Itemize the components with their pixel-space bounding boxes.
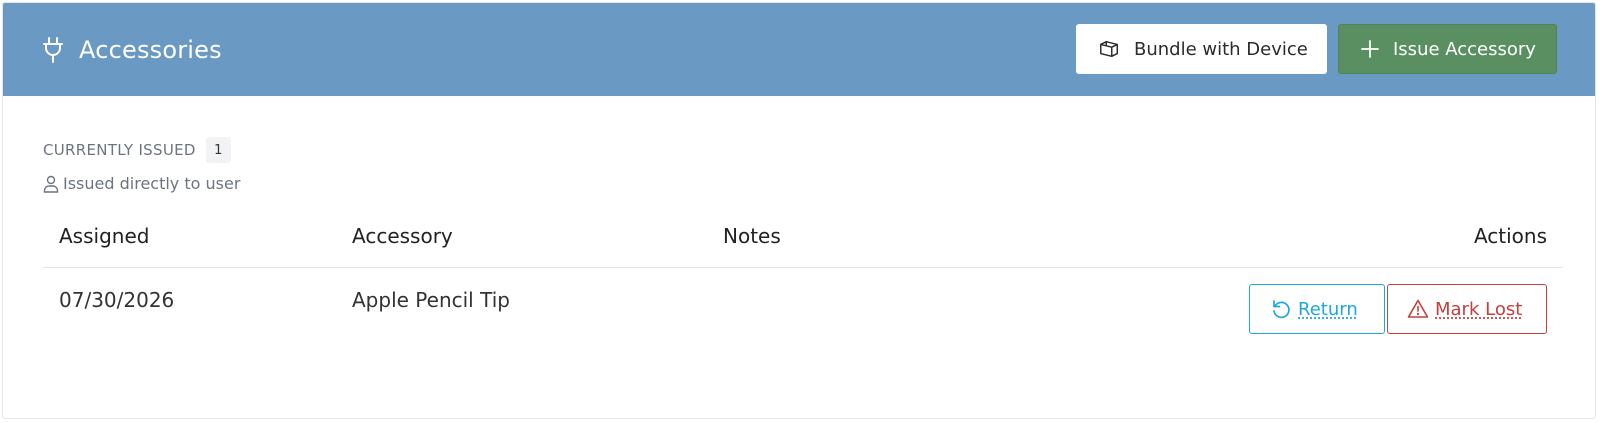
box-icon — [1098, 38, 1120, 60]
return-button-label: Return — [1298, 298, 1358, 320]
cell-accessory: Apple Pencil Tip — [352, 288, 510, 312]
header-title: Accessories — [41, 36, 222, 64]
cell-actions: Return Mark Lost — [1139, 268, 1563, 379]
card-body: CURRENTLY ISSUED 1 Issued directly to us… — [3, 96, 1595, 378]
undo-icon — [1270, 298, 1292, 320]
column-header-assigned: Assigned — [43, 215, 336, 268]
user-icon — [43, 175, 59, 193]
plug-icon — [41, 36, 65, 64]
bundle-with-device-button[interactable]: Bundle with Device — [1076, 24, 1327, 74]
header-actions: Bundle with Device Issue Accessory — [1076, 24, 1557, 74]
return-button[interactable]: Return — [1249, 284, 1385, 334]
issued-directly-label: Issued directly to user — [63, 174, 241, 193]
bundle-button-label: Bundle with Device — [1134, 38, 1308, 60]
mark-lost-button[interactable]: Mark Lost — [1387, 284, 1547, 334]
currently-issued-row: CURRENTLY ISSUED 1 — [43, 136, 1557, 164]
table-header-row: Assigned Accessory Notes Actions — [43, 215, 1563, 268]
issue-button-label: Issue Accessory — [1393, 38, 1536, 60]
table-row: 07/30/2026 Apple Pencil Tip Return Mark … — [43, 268, 1563, 379]
currently-issued-label: CURRENTLY ISSUED — [43, 141, 196, 159]
mark-lost-button-label: Mark Lost — [1435, 298, 1523, 320]
issue-accessory-button[interactable]: Issue Accessory — [1338, 24, 1557, 74]
card-header: Accessories Bundle with Device Issue Acc… — [3, 3, 1595, 96]
page-title: Accessories — [79, 35, 222, 64]
accessories-table: Assigned Accessory Notes Actions 07/30/2… — [43, 215, 1563, 378]
issued-directly-row: Issued directly to user — [43, 174, 1557, 193]
accessories-card: Accessories Bundle with Device Issue Acc… — [2, 2, 1596, 419]
column-header-actions: Actions — [1139, 215, 1563, 268]
plus-icon — [1359, 38, 1381, 60]
column-header-accessory: Accessory — [336, 215, 707, 268]
warning-icon — [1407, 298, 1429, 320]
cell-notes — [707, 268, 1139, 379]
column-header-notes: Notes — [707, 215, 1139, 268]
cell-assigned: 07/30/2026 — [59, 288, 175, 312]
issued-count-badge: 1 — [205, 137, 231, 163]
